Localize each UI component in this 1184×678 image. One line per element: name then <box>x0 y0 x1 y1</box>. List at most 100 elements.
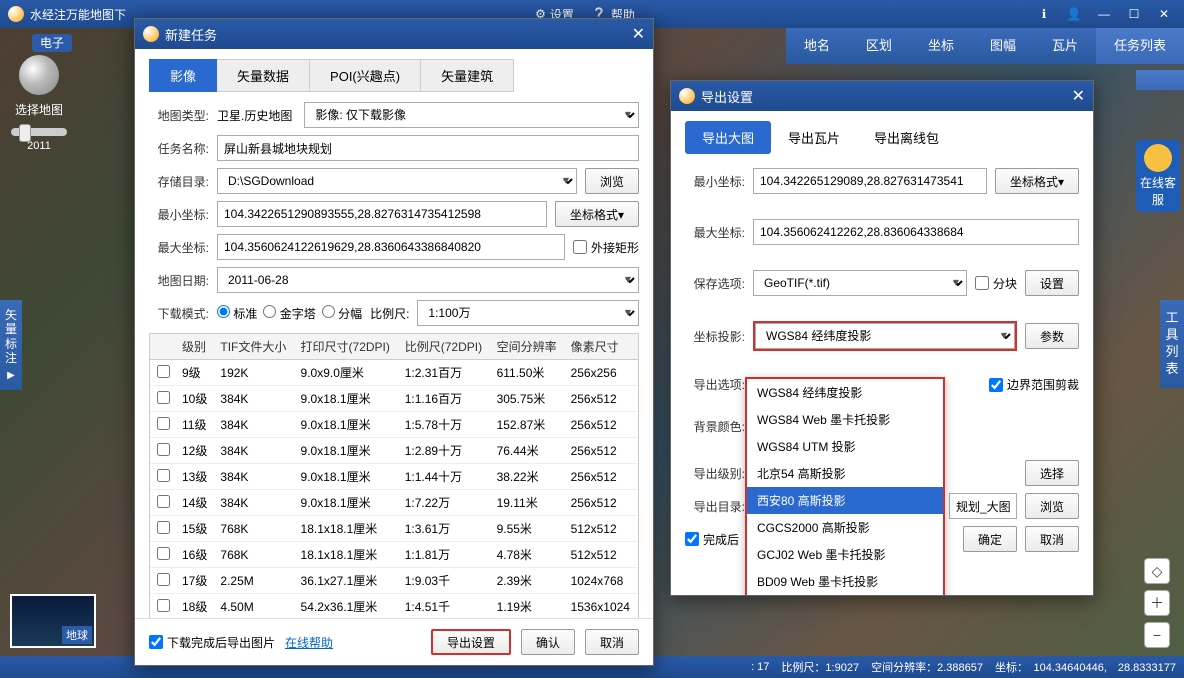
date-select[interactable]: 2011-06-28 <box>217 267 639 293</box>
col-header[interactable]: 空间分辨率 <box>491 334 565 360</box>
coordfmt-button2[interactable]: 坐标格式▾ <box>995 168 1079 194</box>
browse-button[interactable]: 浏览 <box>585 168 639 194</box>
time-slider[interactable] <box>11 128 67 136</box>
mode-pyr[interactable]: 金字塔 <box>263 305 315 322</box>
maximize-button[interactable]: ☐ <box>1122 7 1146 21</box>
row-check[interactable] <box>150 490 176 516</box>
info-icon[interactable]: ℹ <box>1032 7 1056 21</box>
coordfmt-button[interactable]: 坐标格式▾ <box>555 201 639 227</box>
select-map-label[interactable]: 选择地图 <box>15 101 63 118</box>
tab-vector[interactable]: 矢量数据 <box>217 59 310 92</box>
tab-building[interactable]: 矢量建筑 <box>421 59 514 92</box>
projection-dropdown[interactable]: WGS84 经纬度投影WGS84 Web 墨卡托投影WGS84 UTM 投影北京… <box>745 377 945 595</box>
dialog-close-button[interactable]: ✕ <box>1072 86 1085 106</box>
col-header[interactable]: TIF文件大小 <box>214 334 294 360</box>
proj-option[interactable]: CGCS2000 高斯投影 <box>747 514 943 541</box>
col-header[interactable]: 级别 <box>176 334 214 360</box>
tab-image[interactable]: 影像 <box>149 59 217 92</box>
vector-annot-tab[interactable]: 矢量标注 <box>0 300 22 390</box>
table-row[interactable]: 17级2.25M36.1x27.1厘米1:9.03千2.39米1024x768 <box>150 568 638 594</box>
max-coord-input[interactable] <box>217 234 565 260</box>
col-header[interactable]: 比例尺(72DPI) <box>399 334 491 360</box>
taskname-input[interactable] <box>217 135 639 161</box>
dialog-close-button[interactable]: ✕ <box>632 24 645 44</box>
tab-place[interactable]: 地名 <box>786 28 848 64</box>
proj-option[interactable]: 西安80 高斯投影 <box>747 487 943 514</box>
dir-tail-input[interactable] <box>949 493 1017 519</box>
tab-poi[interactable]: POI(兴趣点) <box>310 59 421 92</box>
table-row[interactable]: 15级768K18.1x18.1厘米1:3.61万9.55米512x512 <box>150 516 638 542</box>
tab-sheet[interactable]: 图幅 <box>972 28 1034 64</box>
proj-option[interactable]: WGS84 UTM 投影 <box>747 433 943 460</box>
zoom-out-button[interactable]: − <box>1144 622 1170 648</box>
row-check[interactable] <box>150 412 176 438</box>
online-service[interactable]: 在线客服 <box>1136 140 1180 212</box>
table-row[interactable]: 18级4.50M54.2x36.1厘米1:4.51千1.19米1536x1024 <box>150 594 638 619</box>
browse-button2[interactable]: 浏览 <box>1025 493 1079 519</box>
mode-split[interactable]: 分幅 <box>322 305 362 322</box>
tab-tile[interactable]: 瓦片 <box>1034 28 1096 64</box>
max-coord-input2[interactable] <box>753 219 1079 245</box>
row-check[interactable] <box>150 438 176 464</box>
user-icon[interactable]: 👤 <box>1062 7 1086 21</box>
table-row[interactable]: 13级384K9.0x18.1厘米1:1.44十万38.22米256x512 <box>150 464 638 490</box>
elec-button[interactable]: 电子 <box>32 34 72 52</box>
proj-option[interactable]: BD09 Web 墨卡托投影 <box>747 568 943 595</box>
zoom-in-button[interactable]: ＋ <box>1144 590 1170 616</box>
cancel-button[interactable]: 取消 <box>585 629 639 655</box>
tab-bigimg[interactable]: 导出大图 <box>685 121 771 154</box>
row-check[interactable] <box>150 360 176 386</box>
row-check[interactable] <box>150 594 176 619</box>
table-row[interactable]: 9级192K9.0x9.0厘米1:2.31百万611.50米256x256 <box>150 360 638 386</box>
save-format-select[interactable]: GeoTIF(*.tif) <box>753 270 967 296</box>
scale-select[interactable]: 1:100万 <box>417 300 639 326</box>
tab-tasklist[interactable]: 任务列表 <box>1096 28 1184 64</box>
export-after-check[interactable]: 下载完成后导出图片 <box>149 634 275 651</box>
fullscreen-button[interactable]: ◇ <box>1144 558 1170 584</box>
tab-offline[interactable]: 导出离线包 <box>857 121 956 154</box>
confirm-button[interactable]: 确认 <box>521 629 575 655</box>
row-check[interactable] <box>150 568 176 594</box>
row-check[interactable] <box>150 516 176 542</box>
min-coord-input[interactable] <box>217 201 547 227</box>
row-check[interactable] <box>150 464 176 490</box>
imgtype-select[interactable]: 影像: 仅下载影像 <box>304 102 639 128</box>
row-check[interactable] <box>150 542 176 568</box>
close-button[interactable]: ✕ <box>1152 7 1176 21</box>
block-check[interactable]: 分块 <box>975 275 1017 292</box>
proj-option[interactable]: WGS84 经纬度投影 <box>747 379 943 406</box>
export-settings-button[interactable]: 导出设置 <box>431 629 511 655</box>
min-coord-input2[interactable] <box>753 168 987 194</box>
overview-thumbnail[interactable]: 地球 <box>10 594 96 648</box>
toolbox-tab[interactable]: 工具列表 <box>1160 300 1184 388</box>
clip-check[interactable]: 边界范围剪裁 <box>989 376 1079 393</box>
param-button[interactable]: 参数 <box>1025 323 1079 349</box>
row-check[interactable] <box>150 386 176 412</box>
done-check[interactable]: 完成后 <box>685 531 739 548</box>
col-header[interactable]: 像素尺寸 <box>565 334 638 360</box>
projection-select[interactable]: WGS84 经纬度投影 <box>755 323 1015 349</box>
tab-coord[interactable]: 坐标 <box>910 28 972 64</box>
table-row[interactable]: 11级384K9.0x18.1厘米1:5.78十万152.87米256x512 <box>150 412 638 438</box>
dir-select[interactable]: D:\SGDownload <box>217 168 577 194</box>
cancel-button2[interactable]: 取消 <box>1025 526 1079 552</box>
ok-button[interactable]: 确定 <box>963 526 1017 552</box>
table-row[interactable]: 16级768K18.1x18.1厘米1:1.81万4.78米512x512 <box>150 542 638 568</box>
globe-icon[interactable] <box>19 55 59 95</box>
col-header[interactable] <box>150 334 176 360</box>
table-row[interactable]: 10级384K9.0x18.1厘米1:1.16百万305.75米256x512 <box>150 386 638 412</box>
mode-std[interactable]: 标准 <box>217 305 257 322</box>
online-help-link[interactable]: 在线帮助 <box>285 634 333 651</box>
bbox-check[interactable]: 外接矩形 <box>573 239 639 256</box>
settings-button2[interactable]: 设置 <box>1025 270 1079 296</box>
proj-option[interactable]: WGS84 Web 墨卡托投影 <box>747 406 943 433</box>
proj-option[interactable]: 北京54 高斯投影 <box>747 460 943 487</box>
table-row[interactable]: 12级384K9.0x18.1厘米1:2.89十万76.44米256x512 <box>150 438 638 464</box>
proj-option[interactable]: GCJ02 Web 墨卡托投影 <box>747 541 943 568</box>
levels-table[interactable]: 级别TIF文件大小打印尺寸(72DPI)比例尺(72DPI)空间分辨率像素尺寸 … <box>149 333 639 618</box>
tasklist-flyout[interactable] <box>1136 70 1184 90</box>
col-header[interactable]: 打印尺寸(72DPI) <box>295 334 399 360</box>
table-row[interactable]: 14级384K9.0x18.1厘米1:7.22万19.11米256x512 <box>150 490 638 516</box>
tab-tiles[interactable]: 导出瓦片 <box>771 121 857 154</box>
choose-level-button[interactable]: 选择 <box>1025 460 1079 486</box>
